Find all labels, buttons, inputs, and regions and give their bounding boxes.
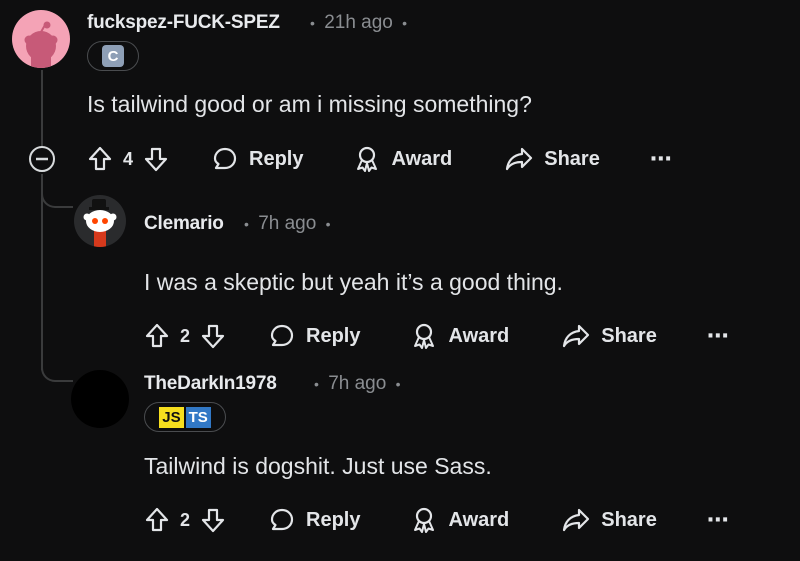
comment-body: Is tailwind good or am i missing somethi…: [87, 91, 532, 117]
reply-label: Reply: [306, 508, 361, 531]
award-icon: [414, 507, 435, 533]
share-label: Share: [601, 324, 657, 347]
meta-dot: •: [395, 376, 401, 392]
reply-button[interactable]: Reply: [268, 322, 360, 350]
share-icon: [563, 508, 590, 532]
meta-dot: •: [314, 376, 319, 392]
more-options-button[interactable]: ⋯: [707, 507, 729, 533]
share-button[interactable]: Share: [561, 506, 657, 534]
award-button[interactable]: Award: [410, 506, 509, 534]
upvote-icon[interactable]: [144, 506, 170, 534]
timestamp: 7h ago: [328, 373, 387, 394]
collapse-button[interactable]: [28, 145, 56, 173]
more-options-button[interactable]: ⋯: [650, 146, 672, 172]
username[interactable]: Clemario: [144, 213, 224, 235]
upvote-icon[interactable]: [144, 322, 170, 350]
more-icon: ⋯: [649, 146, 672, 171]
timestamp-meta: • 21h ago •: [310, 12, 407, 34]
meta-dot: •: [402, 15, 408, 31]
comment-body: I was a skeptic but yeah it’s a good thi…: [144, 269, 563, 295]
share-icon: [563, 324, 590, 348]
more-options-button[interactable]: ⋯: [707, 323, 729, 349]
meta-dot: •: [244, 216, 249, 232]
c-language-icon: C: [102, 45, 124, 67]
share-button[interactable]: Share: [561, 322, 657, 350]
thread-connector-2: [41, 360, 73, 382]
downvote-icon[interactable]: [200, 322, 226, 350]
meta-dot: •: [310, 15, 315, 31]
reply-label: Reply: [249, 147, 304, 170]
ts-logo-icon: TS: [185, 406, 211, 428]
award-label: Award: [448, 508, 510, 531]
js-logo-icon: JS: [159, 406, 184, 428]
vote-count: 2: [180, 509, 191, 530]
award-icon: [357, 146, 378, 172]
avatar[interactable]: [74, 195, 126, 247]
share-button[interactable]: Share: [504, 145, 600, 173]
collapse-icon: [29, 146, 55, 172]
reply-button[interactable]: Reply: [211, 145, 303, 173]
user-flair: JS TS: [144, 402, 226, 432]
username[interactable]: fuckspez-FUCK-SPEZ: [87, 12, 280, 34]
comment-bubble-icon: [270, 324, 294, 347]
award-button[interactable]: Award: [353, 145, 452, 173]
share-label: Share: [601, 508, 657, 531]
share-icon: [506, 147, 533, 171]
timestamp: 7h ago: [258, 213, 317, 234]
downvote-icon[interactable]: [200, 506, 226, 534]
award-icon: [414, 323, 435, 349]
upvote-icon[interactable]: [87, 145, 113, 173]
comment-bubble-icon: [270, 508, 294, 531]
thread-connector-1: [41, 186, 73, 208]
vote-count: 2: [180, 325, 191, 346]
timestamp-meta: • 7h ago •: [244, 213, 331, 235]
thread-line-children: [41, 174, 43, 370]
reply-label: Reply: [306, 324, 361, 347]
snoo-icon: [83, 199, 117, 247]
downvote-icon[interactable]: [143, 145, 169, 173]
timestamp: 21h ago: [324, 12, 393, 33]
reply-button[interactable]: Reply: [268, 506, 360, 534]
flair-label: C: [107, 47, 119, 65]
user-flair: C: [87, 41, 139, 71]
avatar[interactable]: [12, 10, 70, 68]
share-label: Share: [544, 147, 600, 170]
comment-actions: 2 Reply Award Share ⋯: [144, 503, 729, 537]
avatar[interactable]: [71, 370, 129, 428]
comment-actions: 2 Reply Award Share ⋯: [144, 319, 729, 353]
username[interactable]: TheDarkIn1978: [144, 373, 277, 395]
meta-dot: •: [325, 216, 331, 232]
comment-bubble-icon: [213, 147, 237, 170]
snoo-icon: [24, 21, 58, 68]
thread-line-root: [41, 70, 43, 146]
comment-body: Tailwind is dogshit. Just use Sass.: [144, 453, 492, 479]
vote-count: 4: [123, 148, 134, 169]
more-icon: ⋯: [706, 507, 729, 532]
award-label: Award: [448, 324, 510, 347]
more-icon: ⋯: [706, 323, 729, 348]
award-label: Award: [391, 147, 453, 170]
award-button[interactable]: Award: [410, 322, 509, 350]
timestamp-meta: • 7h ago •: [314, 373, 401, 395]
comment-actions: 4 Reply Award Share ⋯: [87, 142, 672, 176]
